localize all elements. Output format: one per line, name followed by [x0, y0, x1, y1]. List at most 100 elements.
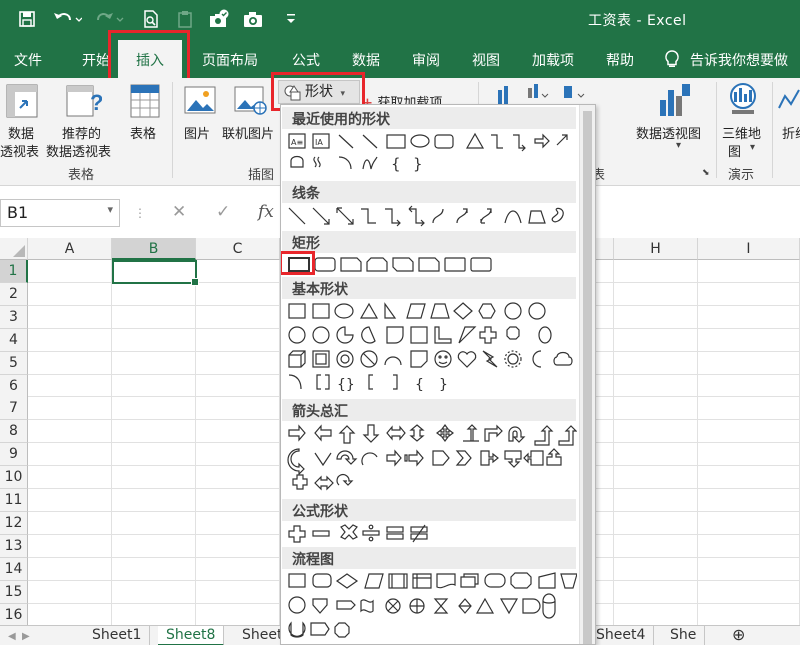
- shapes-button[interactable]: 形状 ▾: [278, 80, 360, 104]
- basic-shapes-rows[interactable]: {} {}: [287, 301, 577, 395]
- row-header-12[interactable]: 12: [0, 511, 28, 535]
- block-arrows-rows[interactable]: [287, 423, 577, 495]
- row-header-4[interactable]: 4: [0, 328, 28, 352]
- section-block-arrows: 箭头总汇: [282, 399, 576, 421]
- scrollbar-thumb[interactable]: [583, 111, 592, 644]
- column-header-c[interactable]: C: [196, 238, 280, 260]
- sheet-tab[interactable]: Sheet4: [588, 626, 655, 645]
- column-header-h[interactable]: H: [614, 238, 698, 260]
- chevron-down-icon[interactable]: ▾: [676, 140, 681, 151]
- lightbulb-icon[interactable]: [664, 50, 680, 72]
- recommended-pivot-label-1[interactable]: 推荐的: [62, 123, 101, 142]
- select-all-corner[interactable]: [0, 238, 28, 260]
- map3d-label-1[interactable]: 三维地: [722, 123, 761, 142]
- row-header-15[interactable]: 15: [0, 580, 28, 604]
- dialog-launcher-icon[interactable]: ⬊: [702, 168, 710, 178]
- recent-shapes-row[interactable]: A≡ IA {}: [287, 131, 577, 173]
- tab-review[interactable]: 审阅: [412, 50, 440, 70]
- recommended-pivot-icon[interactable]: ?: [66, 82, 103, 124]
- save-icon[interactable]: [14, 7, 40, 31]
- svg-text:}: }: [413, 155, 423, 173]
- section-basic-shapes: 基本形状: [282, 277, 576, 299]
- sparkline-label[interactable]: 折线: [782, 123, 800, 142]
- group-separator: [772, 82, 773, 178]
- svg-text:{: {: [415, 377, 424, 393]
- row-header-9[interactable]: 9: [0, 443, 28, 467]
- equation-shapes-row[interactable]: [287, 523, 457, 545]
- customize-icon[interactable]: [278, 7, 304, 31]
- table-label[interactable]: 表格: [130, 123, 156, 142]
- row-header-14[interactable]: 14: [0, 557, 28, 581]
- tab-home[interactable]: 开始: [82, 50, 110, 70]
- sheet-tab[interactable]: Sheet1: [84, 626, 151, 645]
- online-pictures-icon[interactable]: [234, 84, 268, 120]
- sheet-nav-arrows[interactable]: ◀ ▶: [0, 626, 82, 645]
- active-cell[interactable]: [112, 260, 199, 286]
- tab-insert[interactable]: 插入: [118, 40, 182, 78]
- column-header-i[interactable]: I: [698, 238, 800, 260]
- drag-handle-icon[interactable]: ⋮: [134, 206, 146, 220]
- pivot-chart-icon[interactable]: [656, 82, 692, 124]
- tab-data[interactable]: 数据: [352, 50, 380, 70]
- pivot-table-icon[interactable]: [6, 84, 38, 122]
- tell-me-search[interactable]: 告诉我你想要做: [690, 50, 788, 70]
- gallery-scrollbar[interactable]: [579, 105, 595, 644]
- rectangles-row[interactable]: [287, 255, 507, 277]
- pivot-table-label-1[interactable]: 数据: [8, 123, 34, 142]
- column-header-b[interactable]: B: [112, 238, 196, 260]
- row-header-8[interactable]: 8: [0, 420, 28, 444]
- map3d-label-2[interactable]: 图: [728, 141, 741, 160]
- sheet-tab[interactable]: She: [662, 626, 706, 645]
- chevron-down-icon[interactable]: ▾: [750, 142, 755, 153]
- svg-text:}: }: [439, 377, 448, 393]
- svg-text:{}: {}: [337, 377, 355, 393]
- undo-icon[interactable]: [50, 7, 84, 31]
- lines-row[interactable]: [287, 205, 577, 227]
- insert-function-icon[interactable]: fx: [258, 202, 274, 222]
- row-header-5[interactable]: 5: [0, 351, 28, 375]
- pivot-chart-label[interactable]: 数据透视图: [636, 123, 701, 142]
- camera-check-icon[interactable]: [206, 7, 232, 31]
- tab-view[interactable]: 视图: [472, 50, 500, 70]
- row-header-3[interactable]: 3: [0, 305, 28, 329]
- pivot-table-label-2[interactable]: 透视表: [0, 141, 39, 160]
- flowchart-rows[interactable]: [287, 571, 577, 643]
- svg-text:IA: IA: [315, 138, 323, 147]
- globe-map-icon[interactable]: [726, 82, 760, 124]
- row-header-10[interactable]: 10: [0, 466, 28, 490]
- add-sheet-icon[interactable]: ⊕: [724, 626, 753, 645]
- excel-window: 工资表 - Excel 文件 开始 插入 页面布局 公式 数据 审阅 视图 加载…: [0, 0, 800, 645]
- print-preview-icon[interactable]: [138, 7, 164, 31]
- row-header-2[interactable]: 2: [0, 282, 28, 306]
- section-flowchart: 流程图: [282, 547, 576, 569]
- tab-addins[interactable]: 加载项: [532, 50, 574, 70]
- svg-text:{: {: [391, 155, 401, 173]
- cancel-icon[interactable]: ✕: [172, 202, 186, 222]
- row-header-7[interactable]: 7: [0, 397, 28, 421]
- row-header-13[interactable]: 13: [0, 534, 28, 558]
- enter-icon[interactable]: ✓: [216, 202, 230, 222]
- tab-help[interactable]: 帮助: [606, 50, 634, 70]
- section-recent-shapes: 最近使用的形状: [282, 107, 576, 129]
- section-rectangles: 矩形: [282, 231, 576, 253]
- tab-formulas[interactable]: 公式: [292, 50, 320, 70]
- row-header-11[interactable]: 11: [0, 489, 28, 512]
- pictures-label[interactable]: 图片: [184, 123, 210, 142]
- section-equation-shapes: 公式形状: [282, 499, 576, 521]
- row-header-6[interactable]: 6: [0, 374, 28, 398]
- pictures-icon[interactable]: [184, 84, 218, 120]
- row-header-1[interactable]: 1: [0, 260, 28, 283]
- column-header-a[interactable]: A: [28, 238, 112, 260]
- table-icon[interactable]: [130, 84, 160, 122]
- row-header-16[interactable]: 16: [0, 603, 28, 627]
- camera-icon[interactable]: [240, 7, 266, 31]
- online-pictures-label[interactable]: 联机图片: [222, 123, 274, 142]
- tab-page-layout[interactable]: 页面布局: [202, 50, 258, 70]
- sparkline-icon[interactable]: [778, 88, 800, 116]
- group-illustrations-label: 插图: [248, 168, 275, 183]
- name-box[interactable]: B1 ▾: [0, 199, 120, 227]
- recommended-pivot-label-2[interactable]: 数据透视表: [46, 141, 111, 160]
- svg-text:?: ?: [90, 90, 102, 115]
- sheet-tab-active[interactable]: Sheet8: [158, 626, 225, 645]
- tab-file[interactable]: 文件: [14, 50, 42, 70]
